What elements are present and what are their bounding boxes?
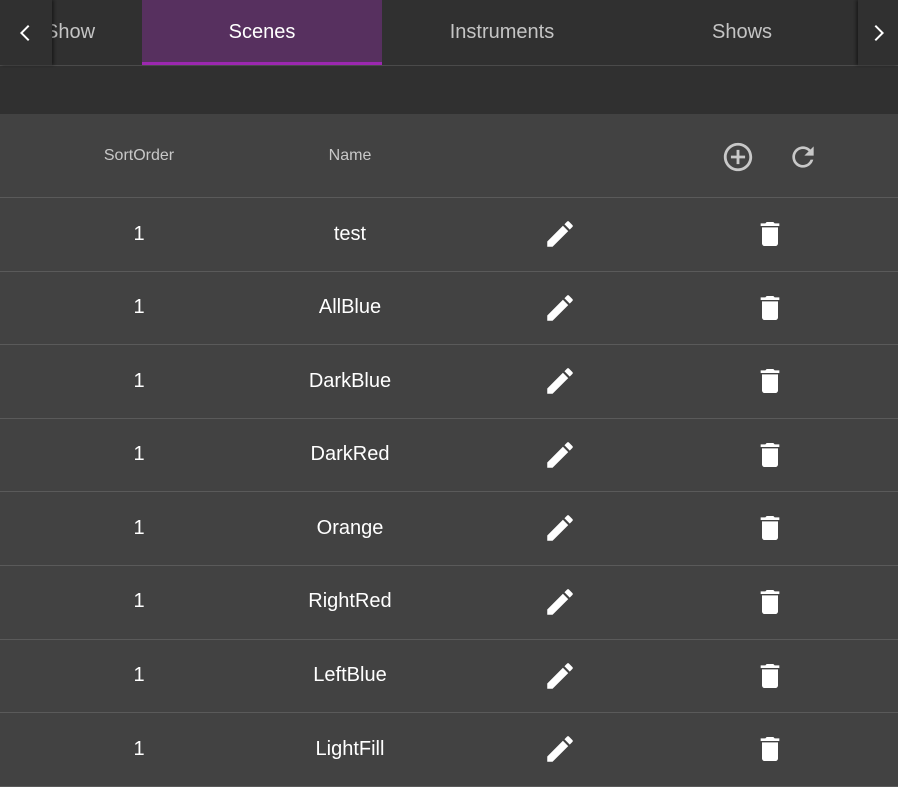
pencil-icon — [547, 589, 573, 615]
pencil-icon — [547, 736, 573, 762]
trash-icon — [760, 222, 780, 246]
table-row: 1 test — [0, 198, 898, 272]
trash-icon — [760, 516, 780, 541]
edit-button[interactable] — [510, 198, 610, 270]
name-cell: RightRed — [308, 590, 392, 613]
delete-button[interactable] — [720, 419, 820, 491]
edit-button[interactable] — [510, 419, 610, 491]
tab-scenes[interactable]: Scenes — [142, 0, 382, 65]
edit-button[interactable] — [510, 345, 610, 417]
pencil-icon — [547, 221, 573, 247]
table-row: 1 DarkBlue — [0, 345, 898, 419]
refresh-icon — [792, 146, 814, 168]
delete-button[interactable] — [720, 198, 820, 270]
pencil-icon — [547, 515, 573, 542]
tab-label: Instruments — [449, 21, 555, 43]
sortorder-cell: 1 — [133, 664, 145, 687]
delete-button[interactable] — [720, 272, 820, 344]
sortorder-cell: 1 — [133, 443, 145, 466]
tab-label: Show — [44, 21, 96, 43]
delete-button[interactable] — [720, 640, 820, 712]
sortorder-cell: 1 — [133, 296, 145, 319]
delete-button[interactable] — [720, 492, 820, 564]
sortorder-cell: 1 — [133, 737, 145, 760]
table-body: 1 test 1 AllBlue 1 DarkBlue 1 DarkRed 1 … — [0, 198, 898, 787]
delete-button[interactable] — [720, 345, 820, 417]
delete-button[interactable] — [720, 566, 820, 638]
sortorder-cell: 1 — [133, 590, 145, 613]
tab-shows[interactable]: Shows — [622, 0, 862, 65]
edit-button[interactable] — [510, 566, 610, 638]
table-header: SortOrder Name — [0, 114, 898, 198]
name-cell: DarkRed — [310, 443, 390, 466]
trash-icon — [760, 442, 780, 467]
pencil-icon — [547, 662, 573, 689]
table-row: 1 LeftBlue — [0, 640, 898, 714]
tab-scroll-left-button[interactable] — [0, 0, 52, 65]
name-cell: DarkBlue — [308, 369, 392, 392]
column-header-sortorder[interactable]: SortOrder — [40, 114, 238, 197]
table-row: 1 AllBlue — [0, 272, 898, 346]
table-row: 1 DarkRed — [0, 419, 898, 493]
table-row: 1 Orange — [0, 492, 898, 566]
trash-icon — [760, 663, 780, 688]
edit-button[interactable] — [510, 713, 610, 785]
name-cell: Orange — [316, 516, 384, 539]
toolbar-strip — [0, 66, 898, 114]
tab-bar: Show Scenes Instruments Shows — [0, 0, 898, 66]
name-cell: LeftBlue — [313, 664, 387, 687]
sortorder-cell: 1 — [133, 222, 145, 245]
trash-icon — [760, 295, 780, 320]
name-cell: AllBlue — [318, 296, 382, 319]
edit-button[interactable] — [510, 492, 610, 564]
sortorder-cell: 1 — [133, 516, 145, 539]
trash-icon — [760, 369, 780, 394]
edit-button[interactable] — [510, 640, 610, 712]
name-cell: LightFill — [315, 737, 385, 760]
pencil-icon — [547, 294, 573, 321]
pencil-icon — [547, 442, 573, 468]
pencil-icon — [547, 368, 573, 394]
add-button[interactable] — [721, 140, 755, 174]
add-circle-outline-icon — [723, 142, 753, 172]
refresh-button[interactable] — [786, 140, 820, 174]
edit-button[interactable] — [510, 272, 610, 344]
chevron-right-icon — [874, 24, 884, 41]
name-cell: test — [333, 222, 367, 245]
tab-instruments[interactable]: Instruments — [382, 0, 622, 65]
trash-icon — [760, 589, 780, 614]
sortorder-cell: 1 — [133, 369, 145, 392]
tab-label: Scenes — [228, 21, 296, 43]
tab-scroll-right-button[interactable] — [858, 0, 898, 65]
trash-icon — [760, 737, 780, 762]
table-row: 1 RightRed — [0, 566, 898, 640]
table-row: 1 LightFill — [0, 713, 898, 787]
delete-button[interactable] — [720, 713, 820, 785]
chevron-left-icon — [20, 24, 30, 41]
tab-label: Shows — [711, 21, 773, 43]
column-header-name[interactable]: Name — [250, 114, 450, 197]
